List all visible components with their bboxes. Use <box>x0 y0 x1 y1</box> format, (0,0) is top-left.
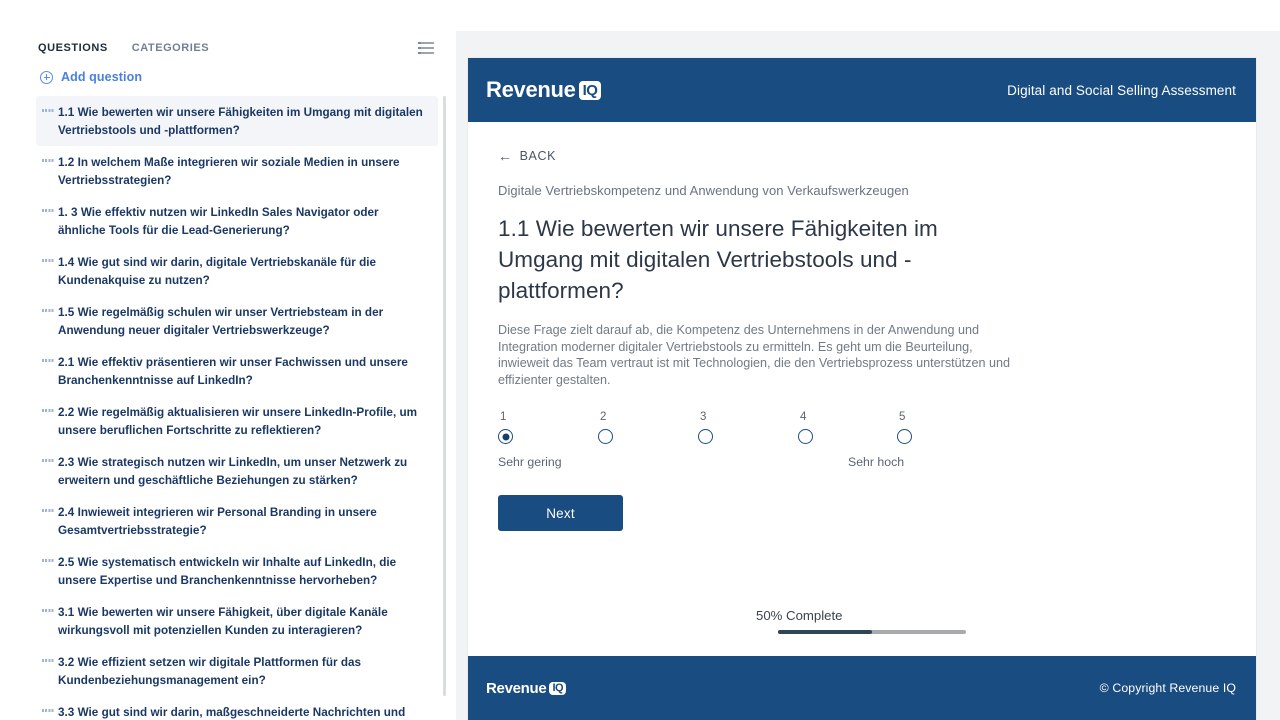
add-question-button[interactable]: Add question <box>40 70 142 84</box>
list-item[interactable]: 3.1 Wie bewerten wir unsere Fähigkeit, ü… <box>36 596 438 646</box>
radio-button-4[interactable] <box>798 429 813 444</box>
progress-label: 50% Complete <box>756 608 843 623</box>
list-item[interactable]: 3.3 Wie gut sind wir darin, maßgeschneid… <box>36 696 438 720</box>
progress-bar-fill <box>778 630 872 634</box>
back-button[interactable]: ← BACK <box>498 149 556 163</box>
progress-section: 50% Complete <box>746 608 966 634</box>
list-view-icon[interactable] <box>418 42 434 55</box>
page-title: 1.1 Wie bewerten wir unsere Fähigkeiten … <box>498 216 938 303</box>
assessment-title: Digital and Social Selling Assessment <box>1007 82 1236 98</box>
list-item[interactable]: 3.2 Wie effizient setzen wir digitale Pl… <box>36 646 438 696</box>
footer-logo-iq-badge: IQ <box>549 681 567 695</box>
logo: Revenue IQ <box>486 77 602 103</box>
question-label: 2.4 Inwieweit integrieren wir Personal B… <box>58 506 377 537</box>
tab-questions[interactable]: QUESTIONS <box>38 42 108 54</box>
list-item[interactable]: 2.5 Wie systematisch entwickeln wir Inha… <box>36 546 438 596</box>
question-label: 1.2 In welchem Maße integrieren wir sozi… <box>58 156 400 187</box>
logo-word: Revenue <box>486 77 576 102</box>
scale-anchor-high: Sehr hoch <box>848 455 905 469</box>
question-label: 1.5 Wie regelmäßig schulen wir unser Ver… <box>58 306 384 337</box>
assessment-content: ← BACK Digitale Vertriebskompetenz und A… <box>468 122 1256 656</box>
radio-button-1[interactable] <box>498 429 513 444</box>
assessment-preview: Revenue IQ Digital and Social Selling As… <box>468 58 1256 720</box>
question-label: 3.3 Wie gut sind wir darin, maßgeschneid… <box>58 706 406 719</box>
question-label: 1. 3 Wie effektiv nutzen wir LinkedIn Sa… <box>58 206 379 237</box>
copyright-text: © Copyright Revenue IQ <box>1099 681 1236 695</box>
question-label: 2.5 Wie systematisch entwickeln wir Inha… <box>58 556 397 587</box>
rating-option-3[interactable]: 3 <box>698 411 758 444</box>
drag-handle-icon[interactable] <box>42 659 54 662</box>
question-label: 2.3 Wie strategisch nutzen wir LinkedIn,… <box>58 456 408 487</box>
back-label: BACK <box>519 149 557 163</box>
footer-logo-word: Revenue <box>486 679 547 697</box>
app-root: QUESTIONS CATEGORIES Add question 1.1 Wi… <box>0 0 1280 720</box>
drag-handle-icon[interactable] <box>42 259 54 262</box>
rating-number: 4 <box>800 411 807 423</box>
add-question-label: Add question <box>61 70 143 84</box>
sidebar-scrollbar[interactable] <box>443 96 446 696</box>
drag-handle-icon[interactable] <box>42 459 54 462</box>
rating-option-1[interactable]: 1 <box>498 411 558 444</box>
drag-handle-icon[interactable] <box>42 359 54 362</box>
radio-button-2[interactable] <box>598 429 613 444</box>
plus-circle-icon <box>40 70 53 84</box>
arrow-left-icon: ← <box>498 148 513 164</box>
next-button[interactable]: Next <box>498 495 623 531</box>
question-label: 3.1 Wie bewerten wir unsere Fähigkeit, ü… <box>58 606 388 637</box>
tab-categories[interactable]: CATEGORIES <box>132 42 209 54</box>
rating-option-2[interactable]: 2 <box>598 411 658 444</box>
list-item[interactable]: 2.1 Wie effektiv präsentieren wir unser … <box>36 346 438 396</box>
preview-shell: Revenue IQ Digital and Social Selling As… <box>456 31 1280 720</box>
rating-scale: 1 2 3 4 5 Sehr gering Sehr hoch <box>498 411 918 473</box>
logo-iq-badge: IQ <box>578 80 602 100</box>
drag-handle-icon[interactable] <box>42 159 54 162</box>
rating-number: 1 <box>500 411 507 423</box>
drag-handle-icon[interactable] <box>42 209 54 212</box>
list-item[interactable]: 2.2 Wie regelmäßig aktualisieren wir uns… <box>36 396 438 446</box>
drag-handle-icon[interactable] <box>42 509 54 512</box>
question-list[interactable]: 1.1 Wie bewerten wir unsere Fähigkeiten … <box>0 96 456 720</box>
drag-handle-icon[interactable] <box>42 409 54 412</box>
progress-bar[interactable] <box>778 630 966 634</box>
footer-logo: Revenue IQ <box>486 679 567 697</box>
assessment-header: Revenue IQ Digital and Social Selling As… <box>468 58 1256 122</box>
list-item[interactable]: 1.1 Wie bewerten wir unsere Fähigkeiten … <box>36 96 438 146</box>
scale-anchor-low: Sehr gering <box>498 455 562 469</box>
list-item[interactable]: 2.4 Inwieweit integrieren wir Personal B… <box>36 496 438 546</box>
question-label: 2.1 Wie effektiv präsentieren wir unser … <box>58 356 408 387</box>
list-item[interactable]: 1. 3 Wie effektiv nutzen wir LinkedIn Sa… <box>36 196 438 246</box>
drag-handle-icon[interactable] <box>42 109 54 112</box>
list-item[interactable]: 1.5 Wie regelmäßig schulen wir unser Ver… <box>36 296 438 346</box>
question-label: 3.2 Wie effizient setzen wir digitale Pl… <box>58 656 362 687</box>
question-label: 1.4 Wie gut sind wir darin, digitale Ver… <box>58 256 377 287</box>
rating-option-4[interactable]: 4 <box>798 411 858 444</box>
sidebar-tabs: QUESTIONS CATEGORIES <box>38 42 209 54</box>
drag-handle-icon[interactable] <box>42 559 54 562</box>
question-label: 1.1 Wie bewerten wir unsere Fähigkeiten … <box>58 106 423 137</box>
drag-handle-icon[interactable] <box>42 309 54 312</box>
assessment-footer: Revenue IQ © Copyright Revenue IQ <box>468 656 1256 720</box>
radio-button-5[interactable] <box>897 429 912 444</box>
rating-option-5[interactable]: 5 <box>897 411 957 444</box>
list-item[interactable]: 1.2 In welchem Maße integrieren wir sozi… <box>36 146 438 196</box>
drag-handle-icon[interactable] <box>42 709 54 712</box>
questions-sidebar: QUESTIONS CATEGORIES Add question 1.1 Wi… <box>0 0 456 720</box>
radio-button-3[interactable] <box>698 429 713 444</box>
rating-number: 5 <box>899 411 906 423</box>
list-item[interactable]: 2.3 Wie strategisch nutzen wir LinkedIn,… <box>36 446 438 496</box>
rating-number: 2 <box>600 411 607 423</box>
question-label: 2.2 Wie regelmäßig aktualisieren wir uns… <box>58 406 418 437</box>
question-description: Diese Frage zielt darauf ab, die Kompete… <box>498 323 1010 387</box>
rating-number: 3 <box>700 411 707 423</box>
category-name: Digitale Vertriebskompetenz und Anwendun… <box>498 183 909 198</box>
drag-handle-icon[interactable] <box>42 609 54 612</box>
list-item[interactable]: 1.4 Wie gut sind wir darin, digitale Ver… <box>36 246 438 296</box>
